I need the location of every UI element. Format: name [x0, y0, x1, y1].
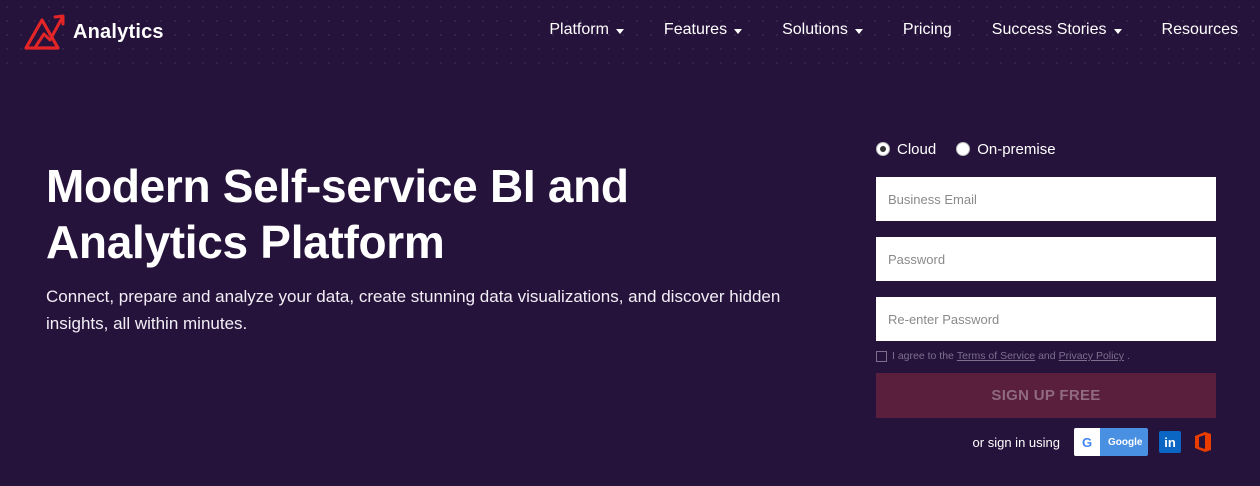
nav-item-resources[interactable]: Resources — [1162, 21, 1238, 39]
signup-form: Cloud On-premise I agree to the Terms of… — [876, 138, 1216, 456]
brand-logo[interactable]: Analytics — [22, 12, 164, 52]
reenter-password-input[interactable] — [876, 297, 1216, 341]
nav-item-features[interactable]: Features — [663, 21, 743, 39]
radio-label: Cloud — [897, 140, 937, 158]
business-email-input[interactable] — [876, 177, 1216, 221]
nav-item-label: Platform — [549, 21, 609, 38]
nav-item-label: Resources — [1161, 21, 1238, 38]
terms-agreement: I agree to the Terms of Service and Priv… — [876, 350, 1130, 362]
radio-cloud[interactable]: Cloud — [876, 141, 936, 158]
sign-up-button[interactable]: SIGN UP FREE — [876, 373, 1216, 418]
top-navigation-bar: Analytics Platform Features Solutions Pr… — [0, 0, 1260, 64]
terms-suffix: . — [1126, 350, 1130, 362]
hero-title-line-1: Modern Self-service BI and — [46, 160, 629, 212]
nav-item-pricing[interactable]: Pricing — [903, 21, 952, 39]
google-icon: G — [1074, 428, 1100, 456]
radio-unchecked-icon[interactable] — [956, 142, 971, 156]
radio-label: On-premise — [977, 140, 1056, 158]
nav-item-label: Features — [663, 21, 728, 38]
radio-checked-icon[interactable] — [876, 142, 890, 156]
hero-subtitle: Connect, prepare and analyze your data, … — [46, 287, 781, 333]
terms-checkbox[interactable] — [876, 350, 887, 362]
hero-title-line-2: Analytics Platform — [46, 216, 445, 268]
terms-and: and — [1038, 350, 1056, 362]
terms-of-service-link[interactable]: Terms of Service — [957, 350, 1035, 362]
analytics-logo-icon — [24, 14, 65, 50]
nav-item-platform[interactable]: Platform — [549, 21, 624, 39]
deployment-options: Cloud On-premise — [876, 138, 1216, 160]
microsoft-office-icon[interactable] — [1192, 431, 1214, 453]
caret-down-icon — [615, 28, 624, 34]
privacy-policy-link[interactable]: Privacy Policy — [1059, 350, 1124, 362]
main-nav: Platform Features Solutions Pricing Succ… — [549, 21, 1238, 39]
nav-item-label: Solutions — [782, 21, 848, 38]
nav-item-success-stories[interactable]: Success Stories — [992, 21, 1122, 39]
brand-name: Analytics — [73, 20, 164, 43]
caret-down-icon — [854, 28, 863, 34]
caret-down-icon — [734, 28, 743, 34]
radio-on-premise[interactable]: On-premise — [956, 140, 1056, 158]
nav-item-label: Pricing — [902, 21, 952, 38]
social-signin: or sign in using G Google in — [973, 428, 1214, 456]
social-signin-label: or sign in using — [972, 434, 1060, 450]
nav-item-solutions[interactable]: Solutions — [782, 21, 863, 39]
caret-down-icon — [1113, 28, 1122, 34]
linkedin-icon[interactable]: in — [1159, 431, 1181, 453]
google-label: Google — [1108, 436, 1143, 448]
password-input[interactable] — [876, 237, 1216, 281]
nav-item-label: Success Stories — [991, 21, 1107, 38]
google-signin-button[interactable]: G Google — [1074, 428, 1148, 456]
hero-title: Modern Self-service BI and Analytics Pla… — [46, 158, 766, 270]
terms-prefix: I agree to the — [892, 350, 954, 362]
